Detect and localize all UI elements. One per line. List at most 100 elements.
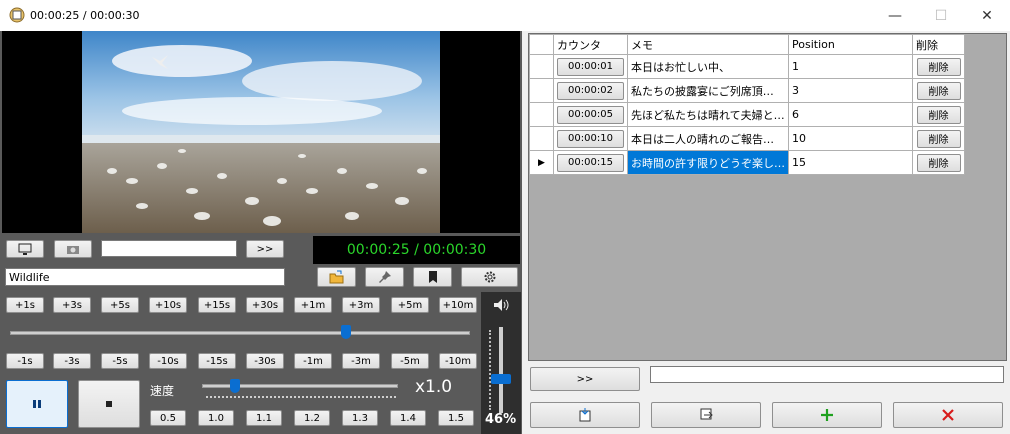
speed-preset-button[interactable]: 1.3 (342, 410, 378, 426)
row-delete-button[interactable]: 削除 (916, 129, 961, 148)
delete-cell[interactable]: 削除 (912, 150, 965, 175)
delete-cell[interactable]: 削除 (912, 54, 965, 79)
row-header[interactable] (529, 102, 554, 127)
table-row[interactable]: ▶ 00:00:15 お時間の許す限りどうぞ楽し… 15 削除 (529, 150, 965, 175)
volume-slider-thumb[interactable] (491, 374, 511, 385)
speaker-icon[interactable] (492, 297, 510, 313)
seek-backward-button[interactable]: -5s (101, 353, 139, 369)
seek-forward-button[interactable]: +15s (198, 297, 236, 313)
seek-backward-button[interactable]: -15s (198, 353, 236, 369)
column-header-position[interactable]: Position (788, 34, 913, 55)
memo-input-field[interactable] (650, 366, 1004, 383)
counter-button[interactable]: 00:00:02 (557, 81, 624, 100)
delete-memo-button[interactable] (893, 402, 1003, 428)
seek-forward-button[interactable]: +10s (149, 297, 187, 313)
counter-button[interactable]: 00:00:01 (557, 57, 624, 76)
row-delete-button[interactable]: 削除 (916, 153, 961, 172)
seek-backward-button[interactable]: -10s (149, 353, 187, 369)
delete-cell[interactable]: 削除 (912, 126, 965, 151)
speed-preset-button[interactable]: 1.5 (438, 410, 474, 426)
counter-cell[interactable]: 00:00:05 (553, 102, 628, 127)
seek-backward-button[interactable]: -1s (6, 353, 44, 369)
position-cell[interactable]: 3 (788, 78, 913, 103)
position-cell[interactable]: 1 (788, 54, 913, 79)
seek-forward-button[interactable]: +1m (294, 297, 332, 313)
seek-backward-button[interactable]: -10m (439, 353, 477, 369)
table-row[interactable]: 00:00:02 私たちの披露宴にご列席頂… 3 削除 (529, 78, 965, 103)
memo-cell[interactable]: 先ほど私たちは晴れて夫婦と… (627, 102, 789, 127)
seek-forward-button[interactable]: +3m (342, 297, 380, 313)
speed-slider-thumb[interactable] (230, 379, 241, 393)
add-memo-button[interactable] (772, 402, 882, 428)
delete-cell[interactable]: 削除 (912, 102, 965, 127)
memo-cell[interactable]: 私たちの披露宴にご列席頂… (627, 78, 789, 103)
speed-preset-button[interactable]: 0.5 (150, 410, 186, 426)
seek-backward-button[interactable]: -3m (342, 353, 380, 369)
seek-forward-button[interactable]: +30s (246, 297, 284, 313)
position-cell[interactable]: 10 (788, 126, 913, 151)
seek-forward-button[interactable]: +3s (53, 297, 91, 313)
pause-button[interactable] (6, 380, 68, 428)
minimize-button[interactable]: — (872, 0, 918, 31)
bookmark-button[interactable] (413, 267, 452, 287)
counter-button[interactable]: 00:00:10 (557, 129, 624, 148)
video-frame[interactable] (2, 31, 520, 233)
seek-slider-thumb[interactable] (340, 325, 351, 339)
row-delete-button[interactable]: 削除 (916, 81, 961, 100)
capture-name-field[interactable] (101, 240, 237, 257)
column-header-delete[interactable]: 削除 (912, 34, 965, 55)
seek-forward-button[interactable]: +10m (439, 297, 477, 313)
camera-button[interactable] (54, 240, 92, 258)
counter-cell[interactable]: 00:00:15 (553, 150, 628, 175)
counter-cell[interactable]: 00:00:02 (553, 78, 628, 103)
table-row[interactable]: 00:00:10 本日は二人の晴れのご報告… 10 削除 (529, 126, 965, 151)
memo-grid: カウンタ メモ Position 削除 00:00:01 本日はお忙しい中、 1 削除… (528, 33, 1007, 361)
seek-backward-button[interactable]: -5m (391, 353, 429, 369)
counter-button[interactable]: 00:00:05 (557, 105, 624, 124)
position-cell[interactable]: 15 (788, 150, 913, 175)
row-header[interactable]: ▶ (529, 150, 554, 175)
counter-button[interactable]: 00:00:15 (557, 153, 624, 172)
seek-slider-track[interactable] (10, 331, 470, 335)
column-header-memo[interactable]: メモ (627, 34, 789, 55)
x-icon (942, 409, 954, 421)
speed-preset-button[interactable]: 1.2 (294, 410, 330, 426)
export-button[interactable] (651, 402, 761, 428)
seek-forward-button[interactable]: +5m (391, 297, 429, 313)
seek-backward-button[interactable]: -3s (53, 353, 91, 369)
delete-cell[interactable]: 削除 (912, 78, 965, 103)
file-name-field[interactable]: Wildlife (5, 268, 285, 286)
seek-forward-button[interactable]: +5s (101, 297, 139, 313)
import-button[interactable] (530, 402, 640, 428)
table-row[interactable]: 00:00:01 本日はお忙しい中、 1 削除 (529, 54, 965, 79)
monitor-button[interactable] (6, 240, 44, 258)
position-cell[interactable]: 6 (788, 102, 913, 127)
forward-button[interactable]: >> (246, 240, 284, 258)
counter-cell[interactable]: 00:00:01 (553, 54, 628, 79)
memo-cell[interactable]: 本日はお忙しい中、 (627, 54, 789, 79)
stop-button[interactable] (78, 380, 140, 428)
table-row[interactable]: 00:00:05 先ほど私たちは晴れて夫婦と… 6 削除 (529, 102, 965, 127)
memo-cell[interactable]: お時間の許す限りどうぞ楽し… (627, 150, 789, 175)
maximize-button[interactable]: ☐ (918, 0, 964, 31)
speed-preset-button[interactable]: 1.4 (390, 410, 426, 426)
settings-button[interactable] (461, 267, 518, 287)
counter-cell[interactable]: 00:00:10 (553, 126, 628, 151)
close-button[interactable]: ✕ (964, 0, 1010, 31)
row-header[interactable] (529, 126, 554, 151)
row-delete-button[interactable]: 削除 (916, 105, 961, 124)
column-header-counter[interactable]: カウンタ (553, 34, 628, 55)
row-delete-button[interactable]: 削除 (916, 57, 961, 76)
seek-forward-button[interactable]: +1s (6, 297, 44, 313)
seek-backward-button[interactable]: -30s (246, 353, 284, 369)
open-file-button[interactable] (317, 267, 356, 287)
seek-backward-button[interactable]: -1m (294, 353, 332, 369)
row-header[interactable] (529, 78, 554, 103)
speed-preset-button[interactable]: 1.0 (198, 410, 234, 426)
memo-cell[interactable]: 本日は二人の晴れのご報告… (627, 126, 789, 151)
row-header[interactable] (529, 54, 554, 79)
pin-button[interactable] (365, 267, 404, 287)
volume-slider-track[interactable] (499, 327, 503, 413)
speed-preset-button[interactable]: 1.1 (246, 410, 282, 426)
memo-forward-button[interactable]: >> (530, 367, 640, 391)
